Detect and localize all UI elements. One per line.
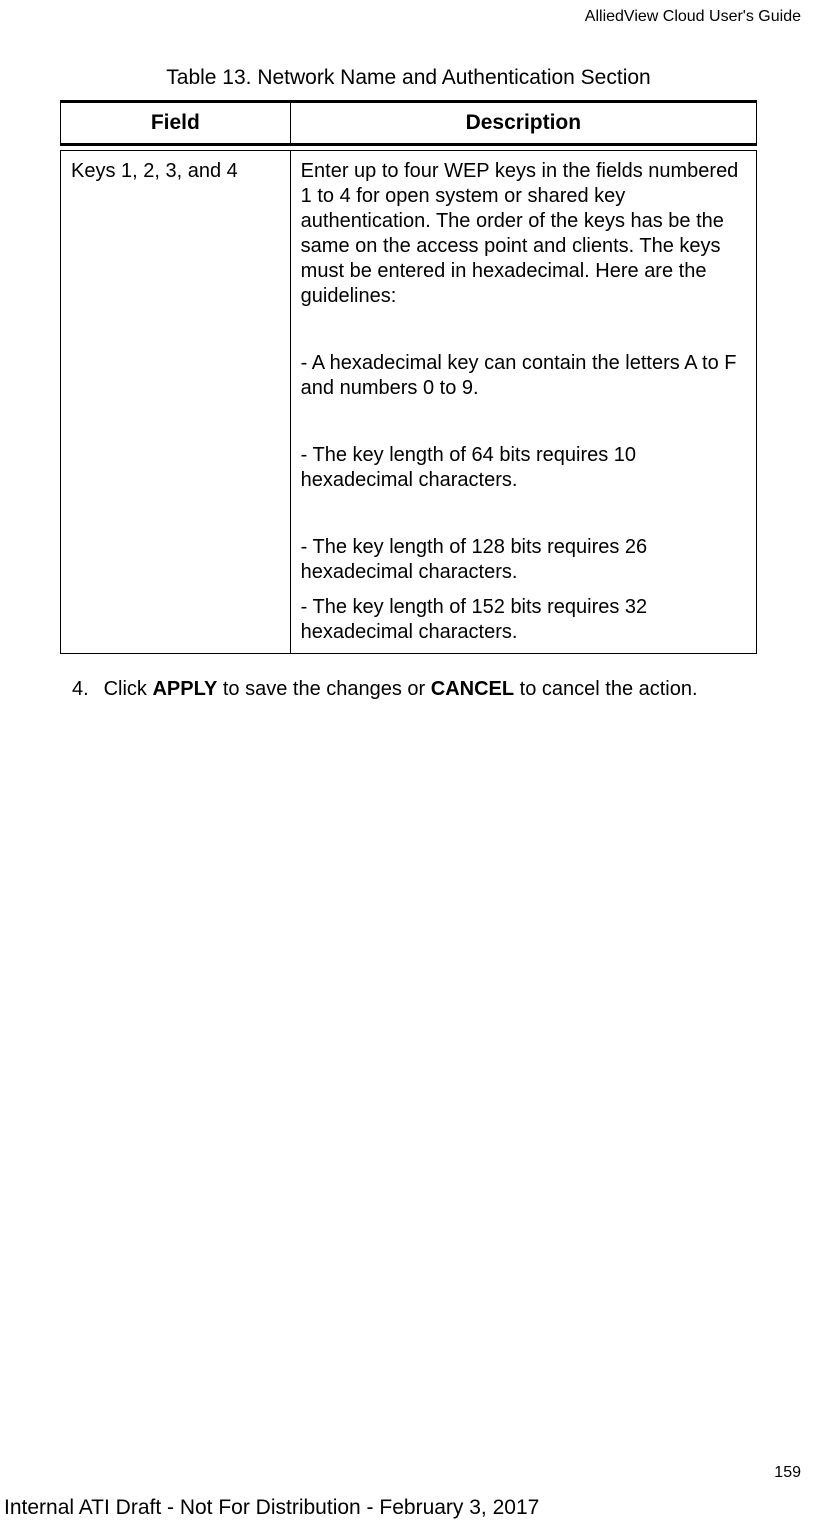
page-content: Table 13. Network Name and Authenticatio… [0,26,817,701]
document-header: AlliedView Cloud User's Guide [0,0,817,26]
instruction-bold-apply: APPLY [152,678,217,700]
instruction-bold-cancel: CANCEL [431,678,514,700]
instruction-step: 4. Click APPLY to save the changes or CA… [60,678,757,701]
col-header-field: Field [61,102,291,145]
desc-paragraph: Enter up to four WEP keys in the fields … [301,159,746,309]
table-header-row: Field Description [61,102,757,145]
desc-paragraph: - The key length of 128 bits requires 26… [301,535,746,585]
footer-text: Internal ATI Draft - Not For Distributio… [4,1496,539,1520]
step-number: 4. [72,678,98,701]
desc-paragraph: - A hexadecimal key can contain the lett… [301,351,746,401]
table-caption: Table 13. Network Name and Authenticatio… [60,66,757,90]
page-number: 159 [774,1464,801,1482]
instruction-text-mid: to save the changes or [217,678,430,700]
instruction-text-suffix: to cancel the action. [514,678,697,700]
instruction-text-prefix: Click [104,678,153,700]
table-row: Keys 1, 2, 3, and 4 Enter up to four WEP… [61,151,757,654]
desc-paragraph: - The key length of 64 bits requires 10 … [301,443,746,493]
doc-title: AlliedView Cloud User's Guide [585,8,801,25]
col-header-description: Description [290,102,756,145]
cell-description: Enter up to four WEP keys in the fields … [290,151,756,654]
desc-paragraph: - The key length of 152 bits requires 32… [301,595,746,645]
cell-field: Keys 1, 2, 3, and 4 [61,151,291,654]
table-network-auth: Field Description Keys 1, 2, 3, and 4 En… [60,100,757,654]
